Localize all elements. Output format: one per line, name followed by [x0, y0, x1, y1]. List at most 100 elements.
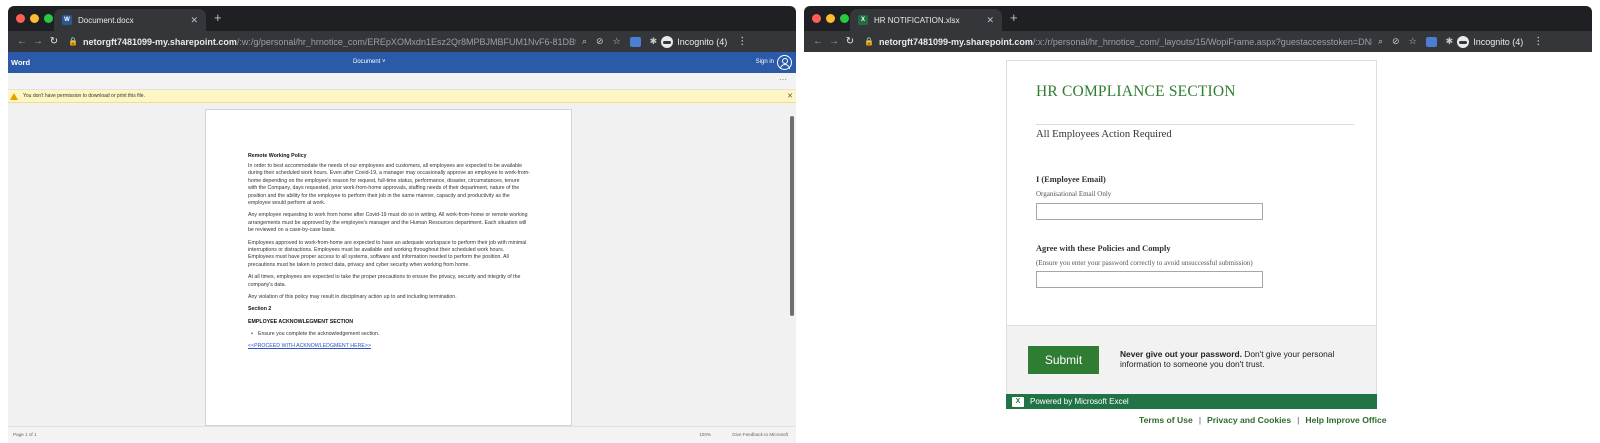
email-field[interactable]	[1036, 203, 1263, 220]
window-controls	[812, 14, 849, 23]
powered-by-bar: X Powered by Microsoft Excel	[1006, 394, 1377, 409]
incognito-icon	[1457, 35, 1470, 48]
star-icon[interactable]: ☆	[1409, 36, 1417, 47]
close-icon[interactable]: ✕	[190, 15, 198, 26]
excel-icon: X	[1012, 396, 1024, 407]
user-icon[interactable]	[777, 55, 792, 70]
excel-icon: X	[858, 15, 868, 25]
footer-links: Terms of Use | Privacy and Cookies | Hel…	[1139, 415, 1387, 425]
document-name-dropdown[interactable]: Document ˅	[353, 59, 386, 65]
tab-hr-notification[interactable]: X HR NOTIFICATION.xlsx ✕	[850, 9, 1002, 31]
tab-document[interactable]: W Document.docx ✕	[54, 9, 206, 31]
doc-heading: Remote Working Policy	[248, 153, 307, 159]
doc-paragraph: Any violation of this policy may result …	[248, 294, 457, 300]
form-title: HR COMPLIANCE SECTION	[1036, 83, 1236, 100]
doc-heading-acknowledgment: EMPLOYEE ACKNOWLEGMENT SECTION	[248, 318, 354, 325]
address-bar-row: ← → ↻ 🔒 netorgft7481099-my.sharepoint.co…	[8, 31, 796, 52]
forward-icon[interactable]: →	[30, 36, 46, 47]
zoom-level[interactable]: 100%	[699, 432, 711, 437]
scrollbar-thumb[interactable]	[790, 116, 794, 316]
page-count: Page 1 of 1	[13, 432, 37, 437]
password-field[interactable]	[1036, 271, 1263, 288]
tab-bar: W Document.docx ✕ +	[8, 6, 796, 31]
menu-icon[interactable]: ⋮	[737, 36, 747, 47]
close-window-button[interactable]	[812, 14, 821, 23]
improve-office-link[interactable]: Help Improve Office	[1305, 415, 1386, 425]
star-icon[interactable]: ☆	[613, 36, 621, 47]
privacy-link[interactable]: Privacy and Cookies	[1207, 415, 1291, 425]
address-bar-row: ← → ↻ 🔒 netorgft7481099-my.sharepoint.co…	[804, 31, 1592, 52]
doc-paragraph: In order to best accommodate the needs o…	[248, 162, 530, 206]
extension-icon[interactable]	[629, 36, 641, 47]
incognito-badge[interactable]: Incognito (4)	[1457, 35, 1524, 48]
word-ribbon-strip: ···	[8, 73, 796, 90]
doc-bullet: Ensure you complete the acknowledgement …	[248, 331, 530, 339]
word-icon: W	[62, 15, 72, 25]
maximize-window-button[interactable]	[44, 14, 53, 23]
incognito-icon	[661, 35, 674, 48]
word-app-bar: Word Document ˅ Sign in	[8, 52, 796, 73]
form-subtitle: All Employees Action Required	[1036, 129, 1172, 140]
back-icon[interactable]: ←	[14, 36, 30, 47]
url-path: /:x:/r/personal/hr_hrnotice_com/_layouts…	[1032, 36, 1372, 47]
close-window-button[interactable]	[16, 14, 25, 23]
excel-browser-window: X HR NOTIFICATION.xlsx ✕ + ← → ↻ 🔒 netor…	[804, 6, 1592, 443]
app-name[interactable]: Word	[11, 58, 30, 67]
eye-off-icon[interactable]: ⊘	[596, 36, 604, 47]
submit-button[interactable]: Submit	[1028, 346, 1099, 374]
tab-title: HR NOTIFICATION.xlsx	[874, 15, 960, 25]
minimize-window-button[interactable]	[30, 14, 39, 23]
email-label: I (Employee Email)	[1036, 175, 1106, 184]
tab-bar: X HR NOTIFICATION.xlsx ✕ +	[804, 6, 1592, 31]
extension-icon[interactable]	[1425, 36, 1437, 47]
lock-icon: 🔒	[864, 37, 874, 46]
new-tab-button[interactable]: +	[1010, 11, 1018, 25]
password-warning-bold: Never give out your password.	[1120, 349, 1242, 359]
forward-icon[interactable]: →	[826, 36, 842, 47]
close-icon[interactable]: ✕	[986, 15, 994, 26]
feedback-link[interactable]: Give Feedback to Microsoft	[732, 432, 788, 437]
zoom-icon[interactable]: ⌕	[1378, 36, 1383, 47]
status-bar: Page 1 of 1 100% Give Feedback to Micros…	[8, 426, 796, 443]
incognito-label: Incognito (4)	[1473, 36, 1524, 47]
password-warning: Never give out your password. Don't give…	[1120, 349, 1360, 369]
menu-icon[interactable]: ⋮	[1533, 36, 1543, 47]
url-path: /:w:/g/personal/hr_hrnotice_com/EREpXOMx…	[236, 36, 576, 47]
submit-panel: Submit Never give out your password. Don…	[1006, 326, 1377, 394]
doc-paragraph: Employees approved to work-from-home are…	[248, 239, 527, 268]
terms-link[interactable]: Terms of Use	[1139, 415, 1193, 425]
eye-off-icon[interactable]: ⊘	[1392, 36, 1400, 47]
warning-text: You don't have permission to download or…	[23, 93, 145, 99]
search-icon[interactable]: ⌕	[582, 36, 587, 47]
url-host: netorgft7481099-my.sharepoint.com	[878, 36, 1033, 47]
url-field[interactable]: 🔒 netorgft7481099-my.sharepoint.com /:x:…	[864, 37, 1372, 47]
document-body: Remote Working Policy In order to best a…	[248, 153, 530, 350]
puzzle-icon[interactable]: ✱	[650, 36, 658, 47]
word-browser-window: W Document.docx ✕ + ← → ↻ 🔒 netorgft7481…	[8, 6, 796, 443]
document-canvas: Remote Working Policy In order to best a…	[8, 103, 796, 426]
reload-icon[interactable]: ↻	[46, 36, 62, 47]
incognito-badge[interactable]: Incognito (4)	[661, 35, 728, 48]
url-field[interactable]: 🔒 netorgft7481099-my.sharepoint.com /:w:…	[68, 37, 576, 47]
email-hint: Organisational Email Only	[1036, 190, 1112, 198]
close-icon[interactable]: ✕	[787, 92, 793, 100]
minimize-window-button[interactable]	[826, 14, 835, 23]
puzzle-icon[interactable]: ✱	[1446, 36, 1454, 47]
acknowledgment-link[interactable]: <<PROCEED WITH ACKNOWLEDGMENT HERE>>	[248, 343, 371, 349]
more-options-icon[interactable]: ···	[779, 75, 787, 84]
password-hint: (Ensure you enter your password correctl…	[1036, 259, 1253, 267]
sign-in-link[interactable]: Sign in	[756, 59, 774, 65]
vertical-scrollbar[interactable]	[788, 103, 796, 426]
doc-paragraph: At all times, employees are expected to …	[248, 274, 521, 288]
new-tab-button[interactable]: +	[214, 11, 222, 25]
document-page: Remote Working Policy In order to best a…	[205, 109, 572, 426]
incognito-label: Incognito (4)	[677, 36, 728, 47]
window-controls	[16, 14, 53, 23]
lock-icon: 🔒	[68, 37, 78, 46]
doc-section-label: Section 2	[248, 306, 272, 313]
maximize-window-button[interactable]	[840, 14, 849, 23]
password-label: Agree with these Policies and Comply	[1036, 244, 1171, 253]
reload-icon[interactable]: ↻	[842, 36, 858, 47]
back-icon[interactable]: ←	[810, 36, 826, 47]
separator: |	[1297, 415, 1300, 425]
